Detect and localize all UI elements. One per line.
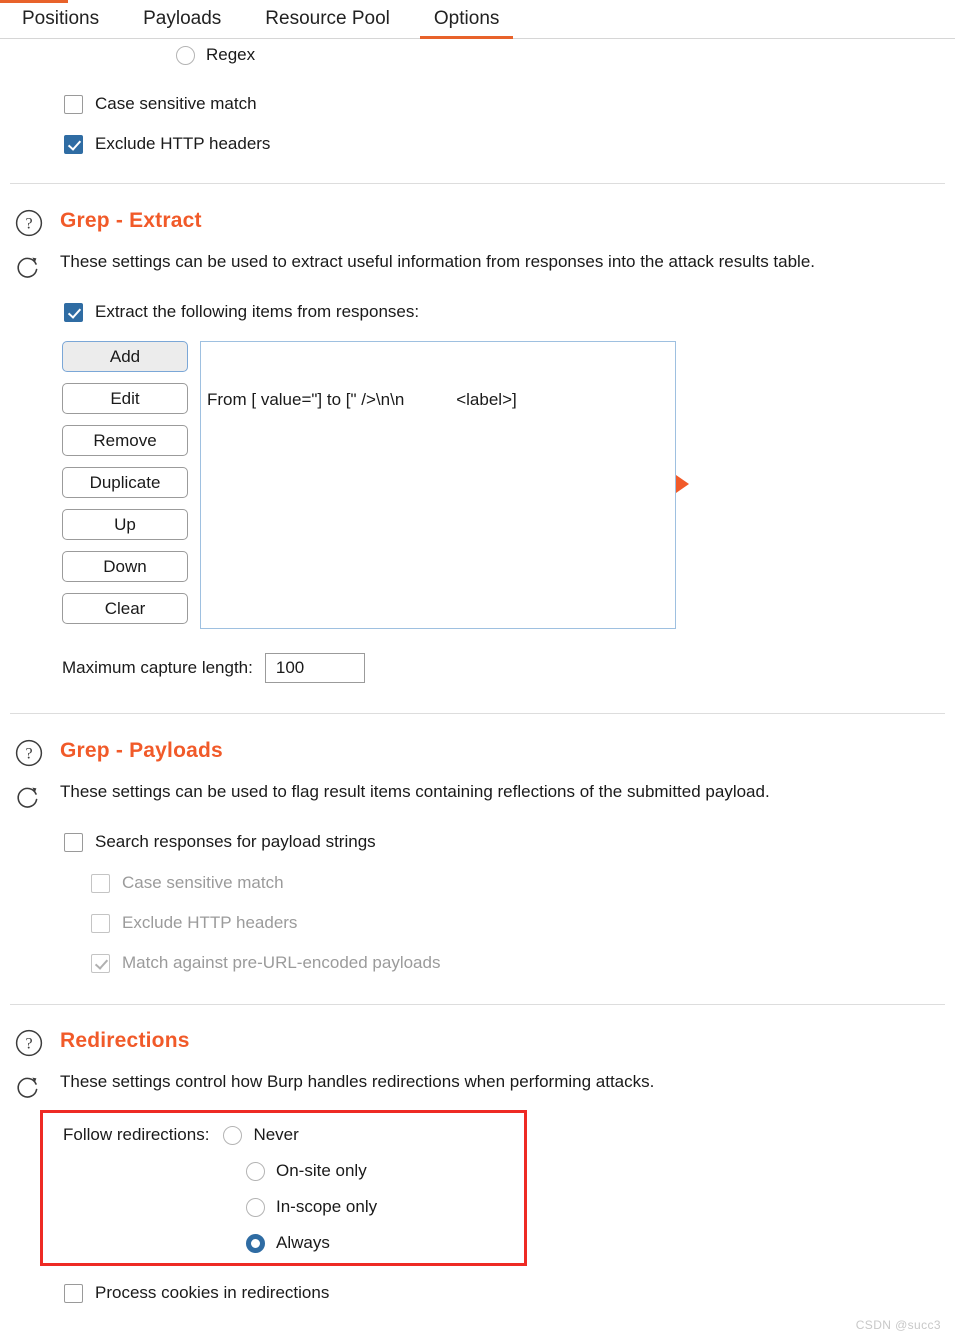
payload-pre-url-encoded-label: Match against pre-URL-encoded payloads [122, 953, 441, 972]
grep-payloads-desc-row: These settings can be used to flag resul… [0, 780, 955, 808]
search-payload-strings-row[interactable]: Search responses for payload strings [0, 831, 955, 853]
tab-payloads[interactable]: Payloads [121, 0, 243, 39]
match-case-sensitive-checkbox[interactable] [64, 94, 83, 114]
tab-bar: Positions Payloads Resource Pool Options [0, 0, 955, 39]
section-divider-2 [10, 713, 945, 714]
duplicate-button[interactable]: Duplicate [62, 467, 188, 498]
follow-redirections-onsite-row[interactable]: On-site only [43, 1161, 524, 1181]
reset-circular-arrow-icon[interactable] [14, 782, 44, 812]
extract-button-column: Add Edit Remove Duplicate Up Down Clear [62, 341, 188, 635]
payload-pre-url-encoded-row: Match against pre-URL-encoded payloads [0, 952, 955, 974]
radio-in-scope-only[interactable] [246, 1197, 265, 1217]
payload-exclude-headers-label: Exclude HTTP headers [122, 913, 298, 932]
svg-text:?: ? [25, 746, 32, 763]
regex-radio[interactable] [176, 45, 195, 65]
radio-on-site-only-label: On-site only [276, 1161, 367, 1180]
help-circle-icon[interactable]: ? [14, 208, 44, 238]
follow-redirections-never-row[interactable]: Follow redirections: Never [43, 1125, 524, 1145]
grep-match-tail-section: Regex Case sensitive match Exclude HTTP … [0, 44, 955, 155]
list-item[interactable]: From [ value="] to [" />\n\n <label>] [207, 390, 669, 410]
svg-text:?: ? [25, 216, 32, 233]
tab-resource-pool[interactable]: Resource Pool [243, 0, 412, 39]
tab-list: Positions Payloads Resource Pool Options [0, 0, 955, 39]
match-exclude-headers-checkbox[interactable] [64, 134, 83, 154]
grep-extract-desc-row: These settings can be used to extract us… [0, 250, 955, 278]
follow-redirections-always-row[interactable]: Always [43, 1233, 524, 1253]
redirections-header: ? Redirections [0, 1028, 955, 1070]
extract-items-area: Add Edit Remove Duplicate Up Down Clear … [0, 341, 955, 635]
grep-payloads-section: ? Grep - Payloads These settings can be … [0, 738, 955, 974]
max-capture-length-input[interactable] [264, 653, 365, 683]
radio-never-label: Never [253, 1125, 299, 1144]
tab-positions[interactable]: Positions [0, 0, 121, 39]
section-divider-3 [10, 1004, 945, 1005]
grep-extract-description: These settings can be used to extract us… [60, 252, 816, 271]
follow-redirections-label: Follow redirections: [63, 1125, 210, 1144]
match-case-sensitive-row[interactable]: Case sensitive match [0, 93, 955, 115]
match-case-sensitive-label: Case sensitive match [95, 94, 257, 113]
process-cookies-row[interactable]: Process cookies in redirections [0, 1282, 955, 1304]
grep-payloads-description: These settings can be used to flag resul… [60, 782, 770, 801]
redirections-description: These settings control how Burp handles … [60, 1072, 655, 1091]
redirections-title: Redirections [60, 1029, 190, 1052]
orange-triangle-right-icon [676, 475, 689, 493]
watermark: CSDN @succ3 [855, 1318, 941, 1332]
max-capture-length-row: Maximum capture length: [0, 653, 955, 683]
payload-case-sensitive-row: Case sensitive match [0, 872, 955, 894]
regex-radio-row[interactable]: Regex [0, 44, 955, 66]
payload-case-sensitive-label: Case sensitive match [122, 873, 284, 892]
reset-circular-arrow-icon[interactable] [14, 252, 44, 282]
radio-on-site-only[interactable] [246, 1161, 265, 1181]
process-cookies-checkbox[interactable] [64, 1283, 83, 1303]
remove-button[interactable]: Remove [62, 425, 188, 456]
help-circle-icon[interactable]: ? [14, 738, 44, 768]
follow-redirections-highlight-box: Follow redirections: Never On-site only … [40, 1110, 527, 1266]
section-divider-1 [10, 183, 945, 184]
search-payload-strings-checkbox[interactable] [64, 832, 83, 852]
clear-button[interactable]: Clear [62, 593, 188, 624]
extract-enable-label: Extract the following items from respons… [95, 302, 420, 321]
down-button[interactable]: Down [62, 551, 188, 582]
extract-enable-checkbox[interactable] [64, 302, 83, 322]
tab-options[interactable]: Options [412, 0, 521, 39]
radio-always[interactable] [246, 1233, 265, 1253]
grep-payloads-title: Grep - Payloads [60, 739, 223, 762]
reset-circular-arrow-icon[interactable] [14, 1072, 44, 1102]
max-capture-length-label: Maximum capture length: [62, 658, 253, 677]
payload-pre-url-encoded-checkbox [91, 953, 110, 973]
redirections-section: ? Redirections These settings control ho… [0, 1028, 955, 1304]
grep-extract-title: Grep - Extract [60, 209, 202, 232]
regex-radio-label: Regex [206, 45, 256, 64]
match-exclude-headers-label: Exclude HTTP headers [95, 134, 271, 153]
grep-extract-section: ? Grep - Extract These settings can be u… [0, 208, 955, 683]
process-cookies-label: Process cookies in redirections [95, 1283, 330, 1302]
help-circle-icon[interactable]: ? [14, 1028, 44, 1058]
add-button[interactable]: Add [62, 341, 188, 372]
grep-payloads-header: ? Grep - Payloads [0, 738, 955, 780]
extract-items-list[interactable]: From [ value="] to [" />\n\n <label>] [200, 341, 676, 629]
svg-text:?: ? [25, 1036, 32, 1053]
follow-redirections-inscope-row[interactable]: In-scope only [43, 1197, 524, 1217]
grep-extract-header: ? Grep - Extract [0, 208, 955, 250]
edit-button[interactable]: Edit [62, 383, 188, 414]
match-exclude-headers-row[interactable]: Exclude HTTP headers [0, 133, 955, 155]
payload-exclude-headers-checkbox [91, 913, 110, 933]
payload-exclude-headers-row: Exclude HTTP headers [0, 912, 955, 934]
search-payload-strings-label: Search responses for payload strings [95, 832, 376, 851]
options-page: Regex Case sensitive match Exclude HTTP … [0, 44, 955, 1304]
radio-always-label: Always [276, 1233, 330, 1252]
radio-never[interactable] [223, 1125, 243, 1145]
extract-enable-row[interactable]: Extract the following items from respons… [0, 301, 955, 323]
payload-case-sensitive-checkbox [91, 873, 110, 893]
redirections-desc-row: These settings control how Burp handles … [0, 1070, 955, 1098]
up-button[interactable]: Up [62, 509, 188, 540]
radio-in-scope-only-label: In-scope only [276, 1197, 378, 1216]
